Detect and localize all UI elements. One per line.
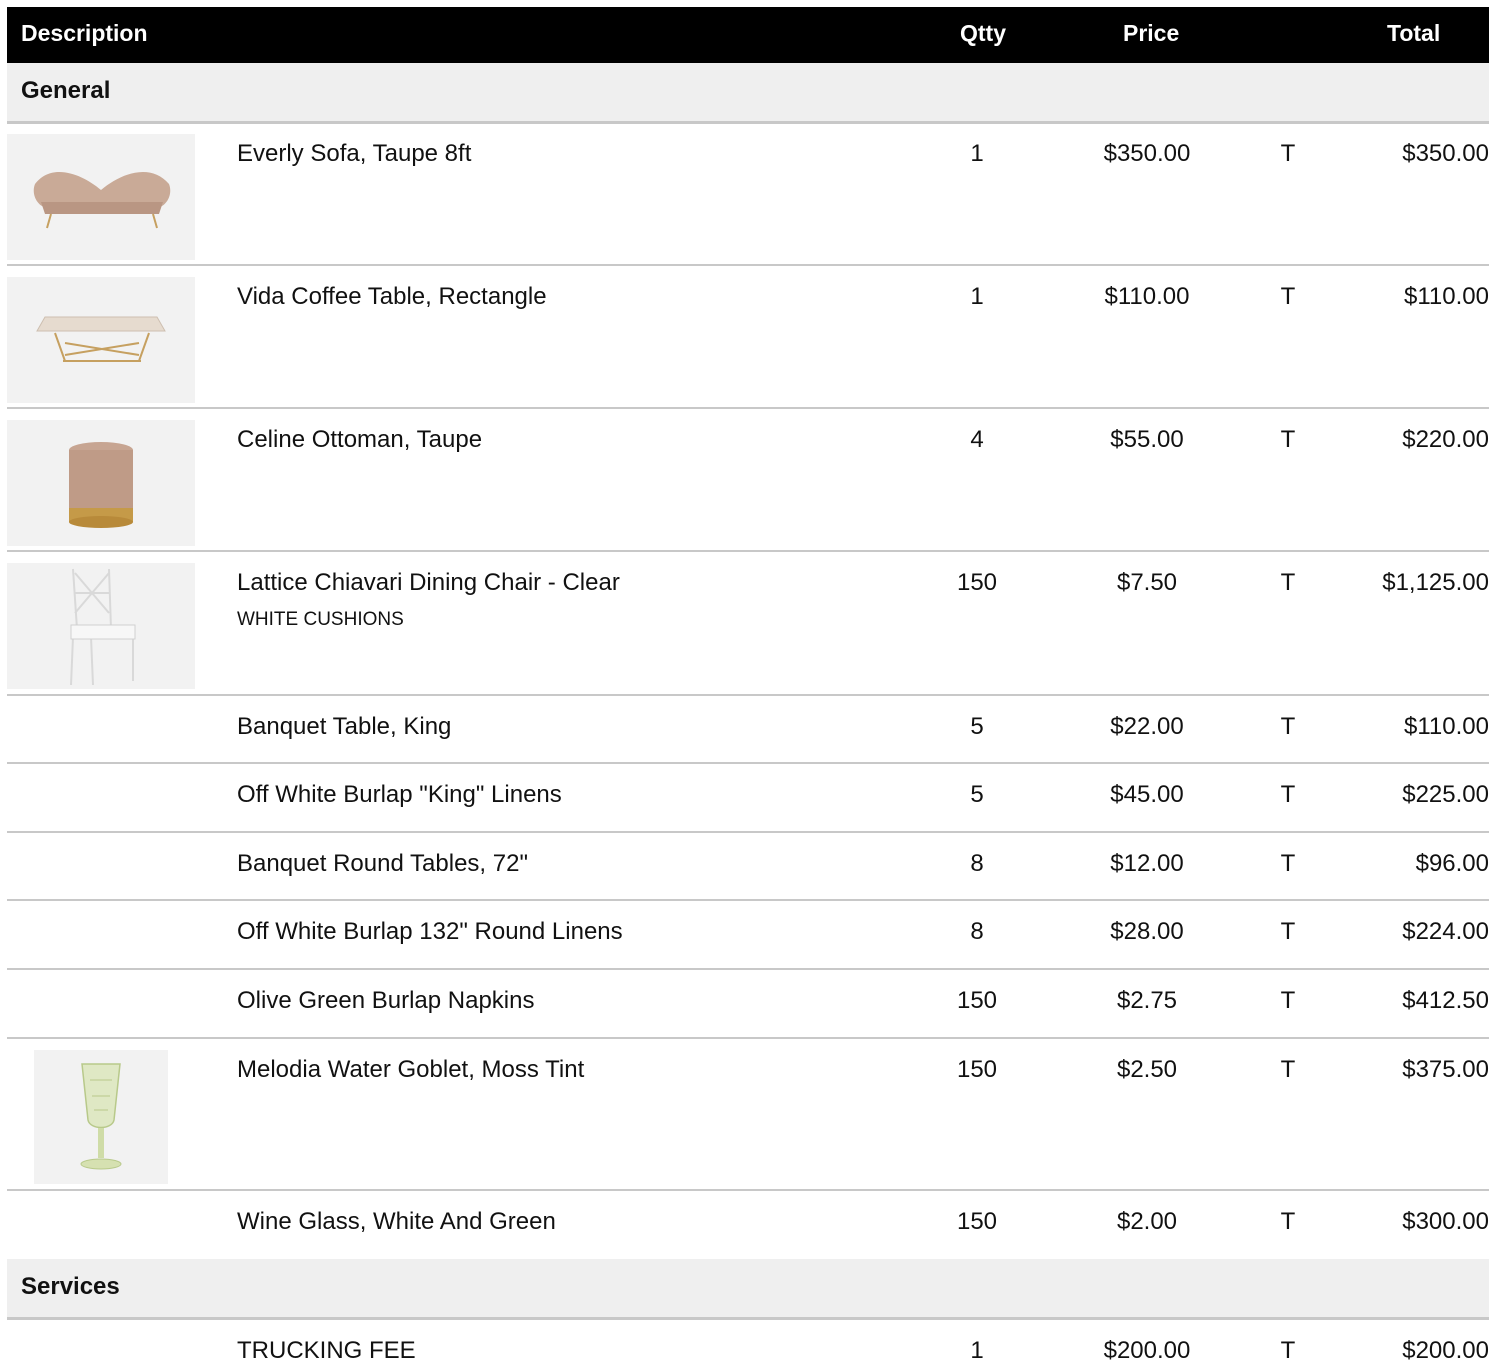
- table-row: Off White Burlap "King" Linens 5 $45.00 …: [7, 764, 1489, 833]
- item-tax-flag: T: [1280, 569, 1296, 596]
- table-row: Melodia Water Goblet, Moss Tint 150 $2.5…: [7, 1039, 1489, 1191]
- item-qty: 150: [956, 569, 998, 596]
- item-tax-flag: T: [1280, 713, 1296, 740]
- table-row: Wine Glass, White And Green 150 $2.00 T …: [7, 1191, 1489, 1259]
- item-description: Off White Burlap 132" Round Linens: [237, 918, 623, 945]
- item-description: Melodia Water Goblet, Moss Tint: [237, 1056, 585, 1083]
- item-qty: 150: [956, 1056, 998, 1083]
- section-title: Services: [21, 1273, 120, 1300]
- item-description: Wine Glass, White And Green: [237, 1208, 556, 1235]
- section-title: General: [21, 77, 111, 104]
- item-description: Lattice Chiavari Dining Chair - Clear: [237, 569, 620, 596]
- item-description: Olive Green Burlap Napkins: [237, 987, 535, 1014]
- item-price: $7.50: [1116, 569, 1178, 596]
- item-description: Banquet Table, King: [237, 713, 452, 740]
- item-tax-flag: T: [1280, 918, 1296, 945]
- item-total: $350.00: [1402, 140, 1489, 167]
- item-price: $22.00: [1110, 713, 1184, 740]
- column-header-qty: Qtty: [960, 20, 1006, 46]
- item-price: $2.00: [1116, 1208, 1178, 1235]
- item-price: $2.50: [1116, 1056, 1178, 1083]
- item-tax-flag: T: [1280, 987, 1296, 1014]
- item-total: $224.00: [1402, 918, 1489, 945]
- item-qty: 1: [970, 140, 984, 167]
- item-description: Vida Coffee Table, Rectangle: [237, 283, 547, 310]
- table-row: Olive Green Burlap Napkins 150 $2.75 T $…: [7, 970, 1489, 1039]
- item-tax-flag: T: [1280, 1337, 1296, 1364]
- item-total: $300.00: [1402, 1208, 1489, 1235]
- item-price: $110.00: [1104, 283, 1190, 310]
- item-price: $55.00: [1110, 426, 1184, 453]
- goblet-image: [34, 1050, 168, 1184]
- item-description: Off White Burlap "King" Linens: [237, 781, 562, 808]
- table-row: Off White Burlap 132" Round Linens 8 $28…: [7, 901, 1489, 970]
- item-qty: 1: [970, 283, 984, 310]
- table-row: Banquet Round Tables, 72" 8 $12.00 T $96…: [7, 833, 1489, 901]
- item-qty: 8: [970, 918, 984, 945]
- table-row: Everly Sofa, Taupe 8ft 1 $350.00 T $350.…: [7, 123, 1489, 266]
- item-price: $28.00: [1110, 918, 1184, 945]
- item-price: $12.00: [1110, 850, 1184, 877]
- item-description: Everly Sofa, Taupe 8ft: [237, 140, 472, 167]
- item-tax-flag: T: [1280, 140, 1296, 167]
- item-qty: 1: [970, 1337, 984, 1364]
- item-tax-flag: T: [1280, 1208, 1296, 1235]
- item-tax-flag: T: [1280, 850, 1296, 877]
- sofa-image: [7, 134, 195, 260]
- item-qty: 150: [956, 1208, 998, 1235]
- item-total: $225.00: [1402, 781, 1489, 808]
- ottoman-image: [7, 420, 195, 546]
- item-qty: 5: [970, 781, 984, 808]
- item-total: $96.00: [1415, 850, 1489, 877]
- table-header: Description Qtty Price Total: [7, 7, 1489, 63]
- column-header-description: Description: [21, 20, 148, 46]
- item-note: WHITE CUSHIONS: [237, 609, 404, 630]
- item-tax-flag: T: [1280, 781, 1296, 808]
- item-tax-flag: T: [1280, 283, 1296, 310]
- table-row: Banquet Table, King 5 $22.00 T $110.00: [7, 696, 1489, 764]
- item-price: $350.00: [1103, 140, 1191, 167]
- column-header-price: Price: [1123, 20, 1180, 46]
- table-row: Celine Ottoman, Taupe 4 $55.00 T $220.00: [7, 409, 1489, 552]
- coffee-table-image: [7, 277, 195, 403]
- item-total: $412.50: [1402, 987, 1489, 1014]
- item-total: $375.00: [1402, 1056, 1489, 1083]
- item-price: $2.75: [1116, 987, 1178, 1014]
- item-total: $1,125.00: [1382, 569, 1489, 596]
- item-total: $220.00: [1402, 426, 1489, 453]
- item-qty: 5: [970, 713, 984, 740]
- table-row: TRUCKING FEE 1 $200.00 T $200.00: [7, 1320, 1489, 1371]
- item-price: $200.00: [1103, 1337, 1191, 1364]
- item-description: Banquet Round Tables, 72": [237, 850, 528, 877]
- item-qty: 150: [956, 987, 998, 1014]
- item-total: $110.00: [1404, 713, 1489, 740]
- section-header-general: General: [7, 63, 1489, 124]
- item-total: $200.00: [1402, 1337, 1489, 1364]
- table-row: Lattice Chiavari Dining Chair - Clear WH…: [7, 552, 1489, 696]
- item-price: $45.00: [1110, 781, 1184, 808]
- chair-image: [7, 563, 195, 689]
- item-description: Celine Ottoman, Taupe: [237, 426, 483, 453]
- item-total: $110.00: [1404, 283, 1489, 310]
- item-description: TRUCKING FEE: [237, 1337, 416, 1364]
- item-tax-flag: T: [1280, 1056, 1296, 1083]
- item-qty: 4: [970, 426, 984, 453]
- table-row: Vida Coffee Table, Rectangle 1 $110.00 T…: [7, 266, 1489, 409]
- item-qty: 8: [970, 850, 984, 877]
- column-header-total: Total: [1387, 20, 1441, 46]
- section-header-services: Services: [7, 1259, 1489, 1320]
- item-tax-flag: T: [1280, 426, 1296, 453]
